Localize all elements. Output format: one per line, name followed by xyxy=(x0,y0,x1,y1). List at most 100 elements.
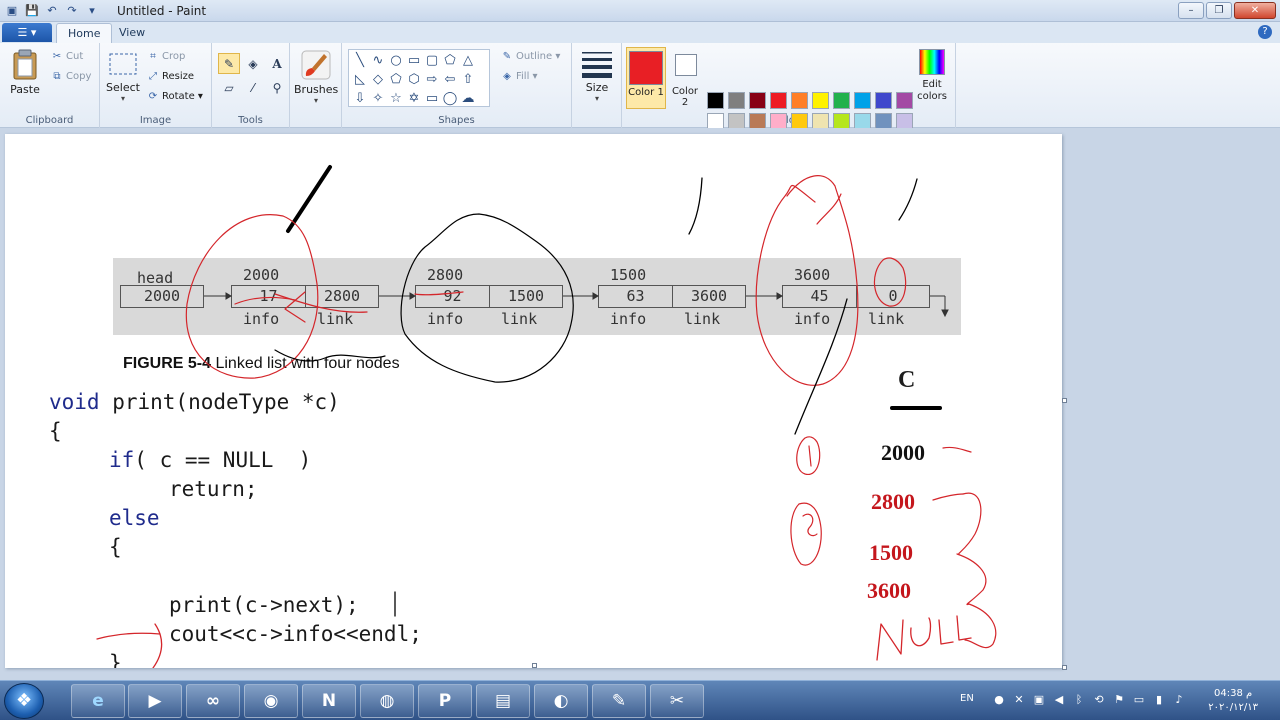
curve-shape-icon[interactable]: ∿ xyxy=(369,51,387,70)
taskbar-zoom-icon[interactable]: ◐ xyxy=(534,684,588,718)
palette-swatch[interactable] xyxy=(896,92,913,109)
cut-label: Cut xyxy=(66,51,84,62)
cut-button[interactable]: ✂ Cut xyxy=(50,51,83,62)
color1-button[interactable]: Color 1 xyxy=(626,47,666,109)
taskbar-app-icon[interactable]: ∞ xyxy=(186,684,240,718)
down-arrow-shape-icon[interactable]: ⇩ xyxy=(351,89,369,108)
customize-qat-icon[interactable]: ▾ xyxy=(84,3,100,18)
pencil-icon[interactable]: ✎ xyxy=(218,53,240,74)
pentagon-shape-icon[interactable]: ⬠ xyxy=(387,70,405,89)
brushes-button[interactable]: Brushes ▾ xyxy=(294,49,338,105)
maximize-button[interactable]: ❐ xyxy=(1206,2,1232,19)
resize-handle-corner[interactable] xyxy=(1062,665,1067,670)
taskbar-ie-icon[interactable]: e xyxy=(71,684,125,718)
minimize-button[interactable]: – xyxy=(1178,2,1204,19)
six-point-star-icon[interactable]: ✡ xyxy=(405,89,423,108)
close-button[interactable]: ✕ xyxy=(1234,2,1276,19)
callout-cloud-icon[interactable]: ☁ xyxy=(459,89,477,108)
paint-menu-button[interactable]: ☰ ▾ xyxy=(2,23,52,42)
tray-signal-icon[interactable]: ▮ xyxy=(1152,693,1166,707)
undo-icon[interactable]: ↶ xyxy=(44,3,60,18)
color-picker-icon[interactable]: ⁄ xyxy=(242,77,264,98)
eraser-icon[interactable]: ▱ xyxy=(218,77,240,98)
resize-handle-right[interactable] xyxy=(1062,398,1067,403)
up-arrow-shape-icon[interactable]: ⇧ xyxy=(459,70,477,89)
tray-sync-icon[interactable]: ⟲ xyxy=(1092,693,1106,707)
taskbar-clock[interactable]: 04:38 م ٢٠٢٠/١٢/١٣ xyxy=(1208,687,1258,715)
palette-swatch[interactable] xyxy=(854,92,871,109)
tray-network-icon[interactable]: ✕ xyxy=(1012,693,1026,707)
hexagon-shape-icon[interactable]: ⬡ xyxy=(405,70,423,89)
triangle-shape-icon[interactable]: △ xyxy=(459,51,477,70)
diamond-shape-icon[interactable]: ◇ xyxy=(369,70,387,89)
callout-oval-icon[interactable]: ◯ xyxy=(441,89,459,108)
window-controls: – ❐ ✕ xyxy=(1178,2,1276,19)
palette-swatch[interactable] xyxy=(728,92,745,109)
color1-label: Color 1 xyxy=(628,87,664,98)
paint-app-icon[interactable]: ▣ xyxy=(4,3,20,18)
image-group-label: Image xyxy=(139,115,172,126)
outline-button[interactable]: ✎ Outline ▾ xyxy=(500,51,561,62)
taskbar-firefox-icon[interactable]: ◍ xyxy=(360,684,414,718)
taskbar-paint-icon[interactable]: ✎ xyxy=(592,684,646,718)
palette-swatch[interactable] xyxy=(791,92,808,109)
taskbar-explorer-icon[interactable]: ▤ xyxy=(476,684,530,718)
line-shape-icon[interactable]: ╲ xyxy=(351,51,369,70)
size-button[interactable]: Size ▾ xyxy=(578,49,616,103)
help-icon[interactable]: ? xyxy=(1258,25,1272,39)
right-triangle-shape-icon[interactable]: ◺ xyxy=(351,70,369,89)
taskbar-snipping-tool-icon[interactable]: ✂ xyxy=(650,684,704,718)
rotate-button[interactable]: ⟳ Rotate ▾ xyxy=(146,91,203,102)
palette-swatch[interactable] xyxy=(812,92,829,109)
ribbon-tabs: ☰ ▾ Home View ? xyxy=(0,22,1280,43)
taskbar-onenote-icon[interactable]: N xyxy=(302,684,356,718)
drawing-canvas[interactable]: head 2000 2000 17 2800 info link 2800 92… xyxy=(5,134,1062,668)
right-arrow-shape-icon[interactable]: ⇨ xyxy=(423,70,441,89)
text-icon[interactable]: A xyxy=(266,53,288,74)
edit-colors-button[interactable]: Edit colors xyxy=(912,49,952,103)
left-arrow-shape-icon[interactable]: ⇦ xyxy=(441,70,459,89)
palette-swatch[interactable] xyxy=(770,92,787,109)
tray-flag-icon[interactable]: ⚑ xyxy=(1112,693,1126,707)
tray-bluetooth-icon[interactable]: ᛒ xyxy=(1072,693,1086,707)
palette-swatch[interactable] xyxy=(707,92,724,109)
resize-button[interactable]: ⤢ Resize xyxy=(146,71,194,82)
crop-button[interactable]: ⌗ Crop xyxy=(146,51,185,62)
language-indicator[interactable]: EN xyxy=(960,693,974,704)
line-size-icon xyxy=(582,52,612,78)
palette-swatch[interactable] xyxy=(749,92,766,109)
five-point-star-icon[interactable]: ☆ xyxy=(387,89,405,108)
rectangle-shape-icon[interactable]: ▭ xyxy=(405,51,423,70)
resize-handle-bottom[interactable] xyxy=(532,663,537,668)
taskbar-chrome-icon[interactable]: ◉ xyxy=(244,684,298,718)
paste-button[interactable]: Paste xyxy=(6,49,44,96)
four-point-star-icon[interactable]: ✧ xyxy=(369,89,387,108)
tray-zoom-icon[interactable]: ● xyxy=(992,693,1006,707)
tray-app-icon[interactable]: ▣ xyxy=(1032,693,1046,707)
palette-swatch[interactable] xyxy=(875,92,892,109)
tab-home[interactable]: Home xyxy=(56,23,113,43)
select-button[interactable]: Select ▾ xyxy=(106,51,140,103)
magnifier-icon[interactable]: ⚲ xyxy=(266,77,288,98)
callout-rect-icon[interactable]: ▭ xyxy=(423,89,441,108)
rotate-label: Rotate xyxy=(162,91,195,102)
tray-display-icon[interactable]: ▭ xyxy=(1132,693,1146,707)
taskbar-powerpoint-icon[interactable]: P xyxy=(418,684,472,718)
fill-bucket-icon[interactable]: ◈ xyxy=(242,53,264,74)
color2-button[interactable]: Color 2 xyxy=(668,47,702,109)
oval-shape-icon[interactable]: ○ xyxy=(387,51,405,70)
tray-volume-icon[interactable]: ◀ xyxy=(1052,693,1066,707)
fill-button[interactable]: ◈ Fill ▾ xyxy=(500,71,537,82)
save-icon[interactable]: 💾 xyxy=(24,3,40,18)
start-button[interactable] xyxy=(4,683,44,719)
window-title: Untitled - Paint xyxy=(117,4,207,18)
tab-view[interactable]: View xyxy=(108,23,156,43)
polygon-shape-icon[interactable]: ⬠ xyxy=(441,51,459,70)
redo-icon[interactable]: ↷ xyxy=(64,3,80,18)
shapes-gallery[interactable]: ╲ ∿ ○ ▭ ▢ ⬠ △ ◺ ◇ ⬠ ⬡ ⇨ ⇦ ⇧ ⇩ ✧ ☆ ✡ ▭ ◯ xyxy=(348,49,490,107)
tray-speaker-icon[interactable]: ♪ xyxy=(1172,693,1186,707)
taskbar-media-player-icon[interactable]: ▶ xyxy=(128,684,182,718)
copy-button[interactable]: ⧉ Copy xyxy=(50,71,91,82)
rounded-rect-shape-icon[interactable]: ▢ xyxy=(423,51,441,70)
palette-swatch[interactable] xyxy=(833,92,850,109)
